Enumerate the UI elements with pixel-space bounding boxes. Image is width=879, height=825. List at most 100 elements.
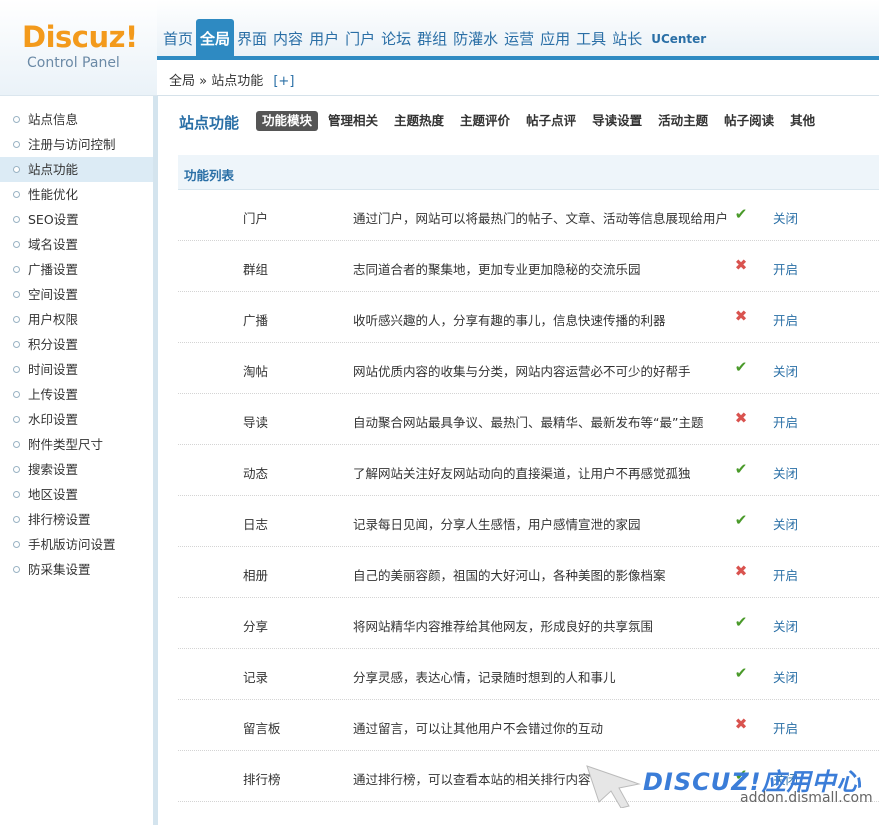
tab-1[interactable]: 管理相关 bbox=[322, 111, 384, 131]
feature-name: 广播 bbox=[243, 313, 269, 328]
check-icon: ✔ bbox=[734, 358, 748, 376]
bullet-icon bbox=[13, 141, 20, 148]
sidebar-item-label: 水印设置 bbox=[28, 412, 79, 427]
tab-8[interactable]: 其他 bbox=[784, 111, 821, 131]
topnav-item-7[interactable]: 群组 bbox=[414, 19, 450, 59]
feature-name: 导读 bbox=[243, 415, 269, 430]
table-row: 日志 记录每日见闻，分享人生感悟，用户感情宣泄的家园 ✔ 关闭 bbox=[178, 496, 879, 547]
topnav-item-1[interactable]: 全局 bbox=[196, 19, 235, 59]
topnav-item-0[interactable]: 首页 bbox=[160, 19, 196, 59]
sidebar-item-11[interactable]: 上传设置 bbox=[0, 382, 153, 407]
feature-description: 志同道合者的聚集地，更加专业更加隐秘的交流乐园 bbox=[353, 262, 641, 277]
logo-text: Discuz! bbox=[22, 20, 138, 54]
feature-name: 动态 bbox=[243, 466, 269, 481]
list-header-label: 功能列表 bbox=[184, 168, 235, 183]
disable-link[interactable]: 关闭 bbox=[773, 361, 798, 380]
feature-name: 留言板 bbox=[243, 721, 281, 736]
topnav-item-11[interactable]: 工具 bbox=[573, 19, 609, 59]
cross-icon: ✖ bbox=[734, 715, 748, 733]
sidebar-item-label: 域名设置 bbox=[28, 237, 79, 252]
bullet-icon bbox=[13, 441, 20, 448]
enable-link[interactable]: 开启 bbox=[773, 259, 798, 278]
breadcrumb: 全局 » 站点功能 [+] bbox=[169, 70, 294, 89]
sidebar-item-12[interactable]: 水印设置 bbox=[0, 407, 153, 432]
topnav-item-10[interactable]: 应用 bbox=[537, 19, 573, 59]
topnav-item-13[interactable]: UCenter bbox=[645, 19, 712, 59]
tab-5[interactable]: 导读设置 bbox=[586, 111, 648, 131]
topnav-item-8[interactable]: 防灌水 bbox=[450, 19, 501, 59]
table-row: 动态 了解网站关注好友网站动向的直接渠道，让用户不再感觉孤独 ✔ 关闭 bbox=[178, 445, 879, 496]
table-row: 留言板 通过留言，可以让其他用户不会错过你的互动 ✖ 开启 bbox=[178, 700, 879, 751]
disable-link[interactable]: 关闭 bbox=[773, 616, 798, 635]
header: Discuz! Control Panel 首页 全局 界面 内容 用户 门户 论坛 群组 防灌… bbox=[0, 0, 879, 96]
bullet-icon bbox=[13, 216, 20, 223]
logo[interactable]: Discuz! Control Panel bbox=[0, 0, 157, 96]
sidebar-item-17[interactable]: 手机版访问设置 bbox=[0, 532, 153, 557]
table-row: 广播 收听感兴趣的人，分享有趣的事儿，信息快速传播的利器 ✖ 开启 bbox=[178, 292, 879, 343]
enable-link[interactable]: 开启 bbox=[773, 310, 798, 329]
sidebar-item-5[interactable]: 域名设置 bbox=[0, 232, 153, 257]
sidebar-item-1[interactable]: 注册与访问控制 bbox=[0, 132, 153, 157]
tab-7[interactable]: 帖子阅读 bbox=[718, 111, 780, 131]
sidebar-item-label: 上传设置 bbox=[28, 387, 79, 402]
sidebar-item-3[interactable]: 性能优化 bbox=[0, 182, 153, 207]
sidebar-item-label: 搜索设置 bbox=[28, 462, 79, 477]
sidebar-item-18[interactable]: 防采集设置 bbox=[0, 557, 153, 582]
topnav-item-4[interactable]: 用户 bbox=[306, 19, 342, 59]
table-row: 记录 分享灵感，表达心情，记录随时想到的人和事儿 ✔ 关闭 bbox=[178, 649, 879, 700]
sidebar-item-13[interactable]: 附件类型尺寸 bbox=[0, 432, 153, 457]
sidebar-item-9[interactable]: 积分设置 bbox=[0, 332, 153, 357]
feature-name: 门户 bbox=[243, 211, 269, 226]
check-icon: ✔ bbox=[734, 205, 748, 223]
sidebar-item-15[interactable]: 地区设置 bbox=[0, 482, 153, 507]
sidebar-item-label: 注册与访问控制 bbox=[28, 137, 116, 152]
feature-description: 网站优质内容的收集与分类，网站内容运营必不可少的好帮手 bbox=[353, 364, 691, 379]
cross-icon: ✖ bbox=[734, 256, 748, 274]
sidebar-item-14[interactable]: 搜索设置 bbox=[0, 457, 153, 482]
enable-link[interactable]: 开启 bbox=[773, 565, 798, 584]
feature-description: 自己的美丽容颜，祖国的大好河山，各种美图的影像档案 bbox=[353, 568, 666, 583]
sidebar-item-6[interactable]: 广播设置 bbox=[0, 257, 153, 282]
sidebar-item-4[interactable]: SEO设置 bbox=[0, 207, 153, 232]
disable-link[interactable]: 关闭 bbox=[773, 514, 798, 533]
bullet-icon bbox=[13, 516, 20, 523]
topnav-item-9[interactable]: 运营 bbox=[501, 19, 537, 59]
tab-2[interactable]: 主题热度 bbox=[388, 111, 450, 131]
feature-name: 相册 bbox=[243, 568, 269, 583]
sidebar-item-label: SEO设置 bbox=[28, 212, 79, 227]
topnav-item-2[interactable]: 界面 bbox=[234, 19, 270, 59]
add-shortcut-button[interactable]: [+] bbox=[273, 74, 294, 89]
enable-link[interactable]: 开启 bbox=[773, 718, 798, 737]
bullet-icon bbox=[13, 391, 20, 398]
check-icon: ✔ bbox=[734, 460, 748, 478]
disable-link[interactable]: 关闭 bbox=[773, 463, 798, 482]
feature-description: 了解网站关注好友网站动向的直接渠道，让用户不再感觉孤独 bbox=[353, 466, 691, 481]
topnav-item-12[interactable]: 站长 bbox=[609, 19, 645, 59]
sidebar-item-16[interactable]: 排行榜设置 bbox=[0, 507, 153, 532]
topnav-item-3[interactable]: 内容 bbox=[270, 19, 306, 59]
disable-link[interactable]: 关闭 bbox=[773, 667, 798, 686]
bullet-icon bbox=[13, 541, 20, 548]
feature-name: 分享 bbox=[243, 619, 269, 634]
topnav-item-6[interactable]: 论坛 bbox=[378, 19, 414, 59]
disable-link[interactable]: 关闭 bbox=[773, 208, 798, 227]
sidebar-item-2[interactable]: 站点功能 bbox=[0, 157, 153, 182]
sidebar-item-label: 地区设置 bbox=[28, 487, 79, 502]
sidebar-item-7[interactable]: 空间设置 bbox=[0, 282, 153, 307]
tab-6[interactable]: 活动主题 bbox=[652, 111, 714, 131]
sidebar-item-0[interactable]: 站点信息 bbox=[0, 107, 153, 132]
sidebar-item-label: 防采集设置 bbox=[28, 562, 91, 577]
sidebar-item-10[interactable]: 时间设置 bbox=[0, 357, 153, 382]
enable-link[interactable]: 开启 bbox=[773, 412, 798, 431]
breadcrumb-text: 全局 » 站点功能 bbox=[169, 74, 264, 89]
sidebar-item-8[interactable]: 用户权限 bbox=[0, 307, 153, 332]
tab-4[interactable]: 帖子点评 bbox=[520, 111, 582, 131]
tab-3[interactable]: 主题评价 bbox=[454, 111, 516, 131]
topnav-item-5[interactable]: 门户 bbox=[342, 19, 378, 59]
sidebar-item-label: 站点信息 bbox=[28, 112, 79, 127]
feature-description: 通过排行榜，可以查看本站的相关排行内容 bbox=[353, 772, 591, 787]
feature-description: 分享灵感，表达心情，记录随时想到的人和事儿 bbox=[353, 670, 616, 685]
tab-0[interactable]: 功能模块 bbox=[256, 111, 319, 131]
list-header: 功能列表 bbox=[178, 155, 879, 190]
bullet-icon bbox=[13, 166, 20, 173]
